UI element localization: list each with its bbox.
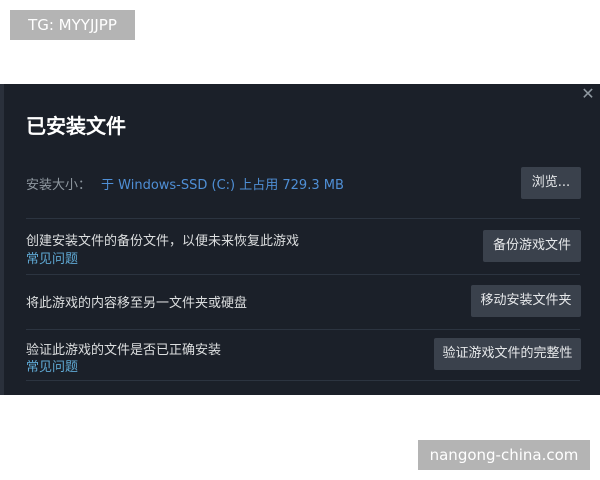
backup-faq-link[interactable]: 常见问题 [26,248,78,267]
verify-faq-link[interactable]: 常见问题 [26,356,78,375]
install-size-label: 安装大小： [26,178,92,193]
dialog-left-edge [0,84,4,395]
watermark-bottom: nangong-china.com [418,440,590,470]
divider [26,218,580,219]
divider [26,274,580,275]
divider [26,329,580,330]
backup-description: 创建安装文件的备份文件，以便未来恢复此游戏 [26,234,300,249]
install-size-row: 安装大小： 于 Windows-SSD (C:) 上占用 729.3 MB [26,174,344,193]
verify-game-files-button[interactable]: 验证游戏文件的完整性 [434,338,581,370]
install-size-value: 于 Windows-SSD (C:) 上占用 729.3 MB [101,178,344,193]
divider [26,380,580,381]
close-icon[interactable]: ✕ [580,86,596,102]
installed-files-dialog: ✕ 已安装文件 安装大小： 于 Windows-SSD (C:) 上占用 729.… [0,84,600,395]
backup-game-files-button[interactable]: 备份游戏文件 [483,230,581,262]
dialog-title: 已安装文件 [26,114,126,138]
move-description: 将此游戏的内容移至另一文件夹或硬盘 [26,296,248,311]
watermark-top: TG: MYYJJPP [10,10,135,40]
move-install-folder-button[interactable]: 移动安装文件夹 [471,285,581,317]
browse-button[interactable]: 浏览... [521,167,581,199]
